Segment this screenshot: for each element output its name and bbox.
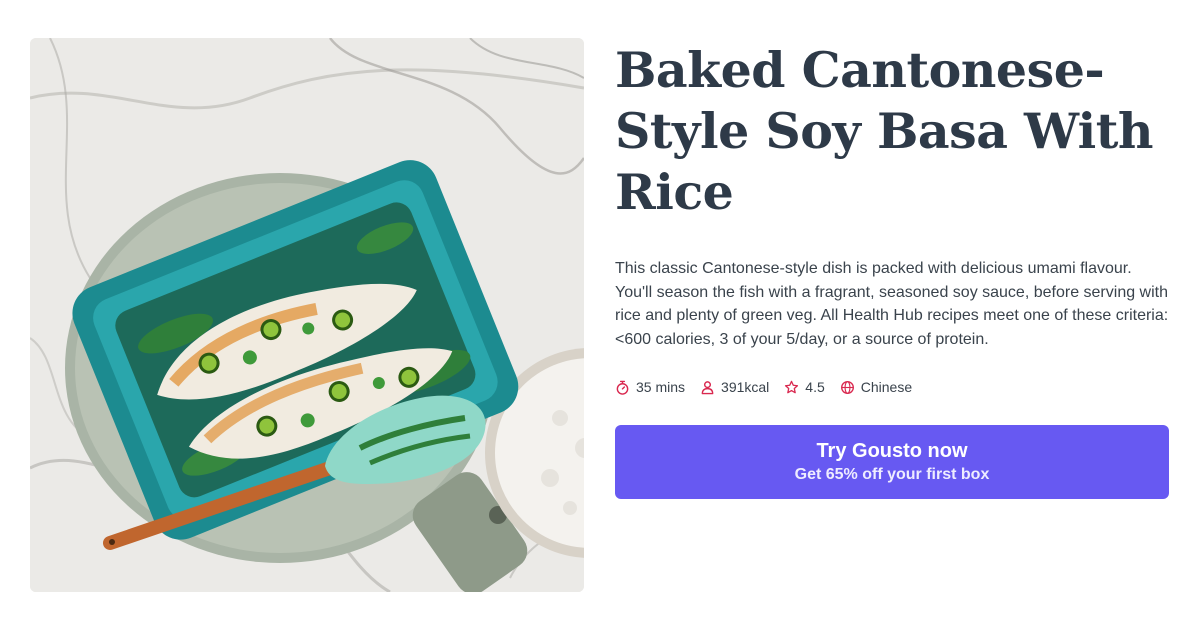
stopwatch-icon <box>616 380 629 395</box>
try-gousto-button[interactable]: Try Gousto now Get 65% off your first bo… <box>615 425 1169 499</box>
meta-calories-label: 391kcal <box>721 379 770 395</box>
dish-illustration <box>30 38 584 592</box>
meta-cuisine: Chinese <box>840 379 912 395</box>
recipe-title: Baked Cantonese-Style Soy Basa With Rice <box>615 41 1154 221</box>
cta-subtitle: Get 65% off your first box <box>794 466 990 483</box>
recipe-details: Baked Cantonese-Style Soy Basa With Rice… <box>615 40 1170 499</box>
meta-time: 35 mins <box>615 379 685 395</box>
globe-icon <box>840 380 854 394</box>
recipe-meta: 35 mins 391kcal 4.5 Chinese <box>615 379 1170 395</box>
cta-title: Try Gousto now <box>816 440 968 462</box>
meta-rating-label: 4.5 <box>805 379 825 395</box>
meta-rating: 4.5 <box>784 379 825 395</box>
star-icon <box>785 380 799 393</box>
recipe-card: Baked Cantonese-Style Soy Basa With Rice… <box>0 0 1200 630</box>
recipe-photo <box>30 38 584 592</box>
person-icon <box>701 380 714 394</box>
recipe-description: This classic Cantonese-style dish is pac… <box>615 260 1169 348</box>
meta-calories: 391kcal <box>700 379 769 395</box>
meta-time-label: 35 mins <box>636 379 686 395</box>
meta-cuisine-label: Chinese <box>860 379 913 395</box>
